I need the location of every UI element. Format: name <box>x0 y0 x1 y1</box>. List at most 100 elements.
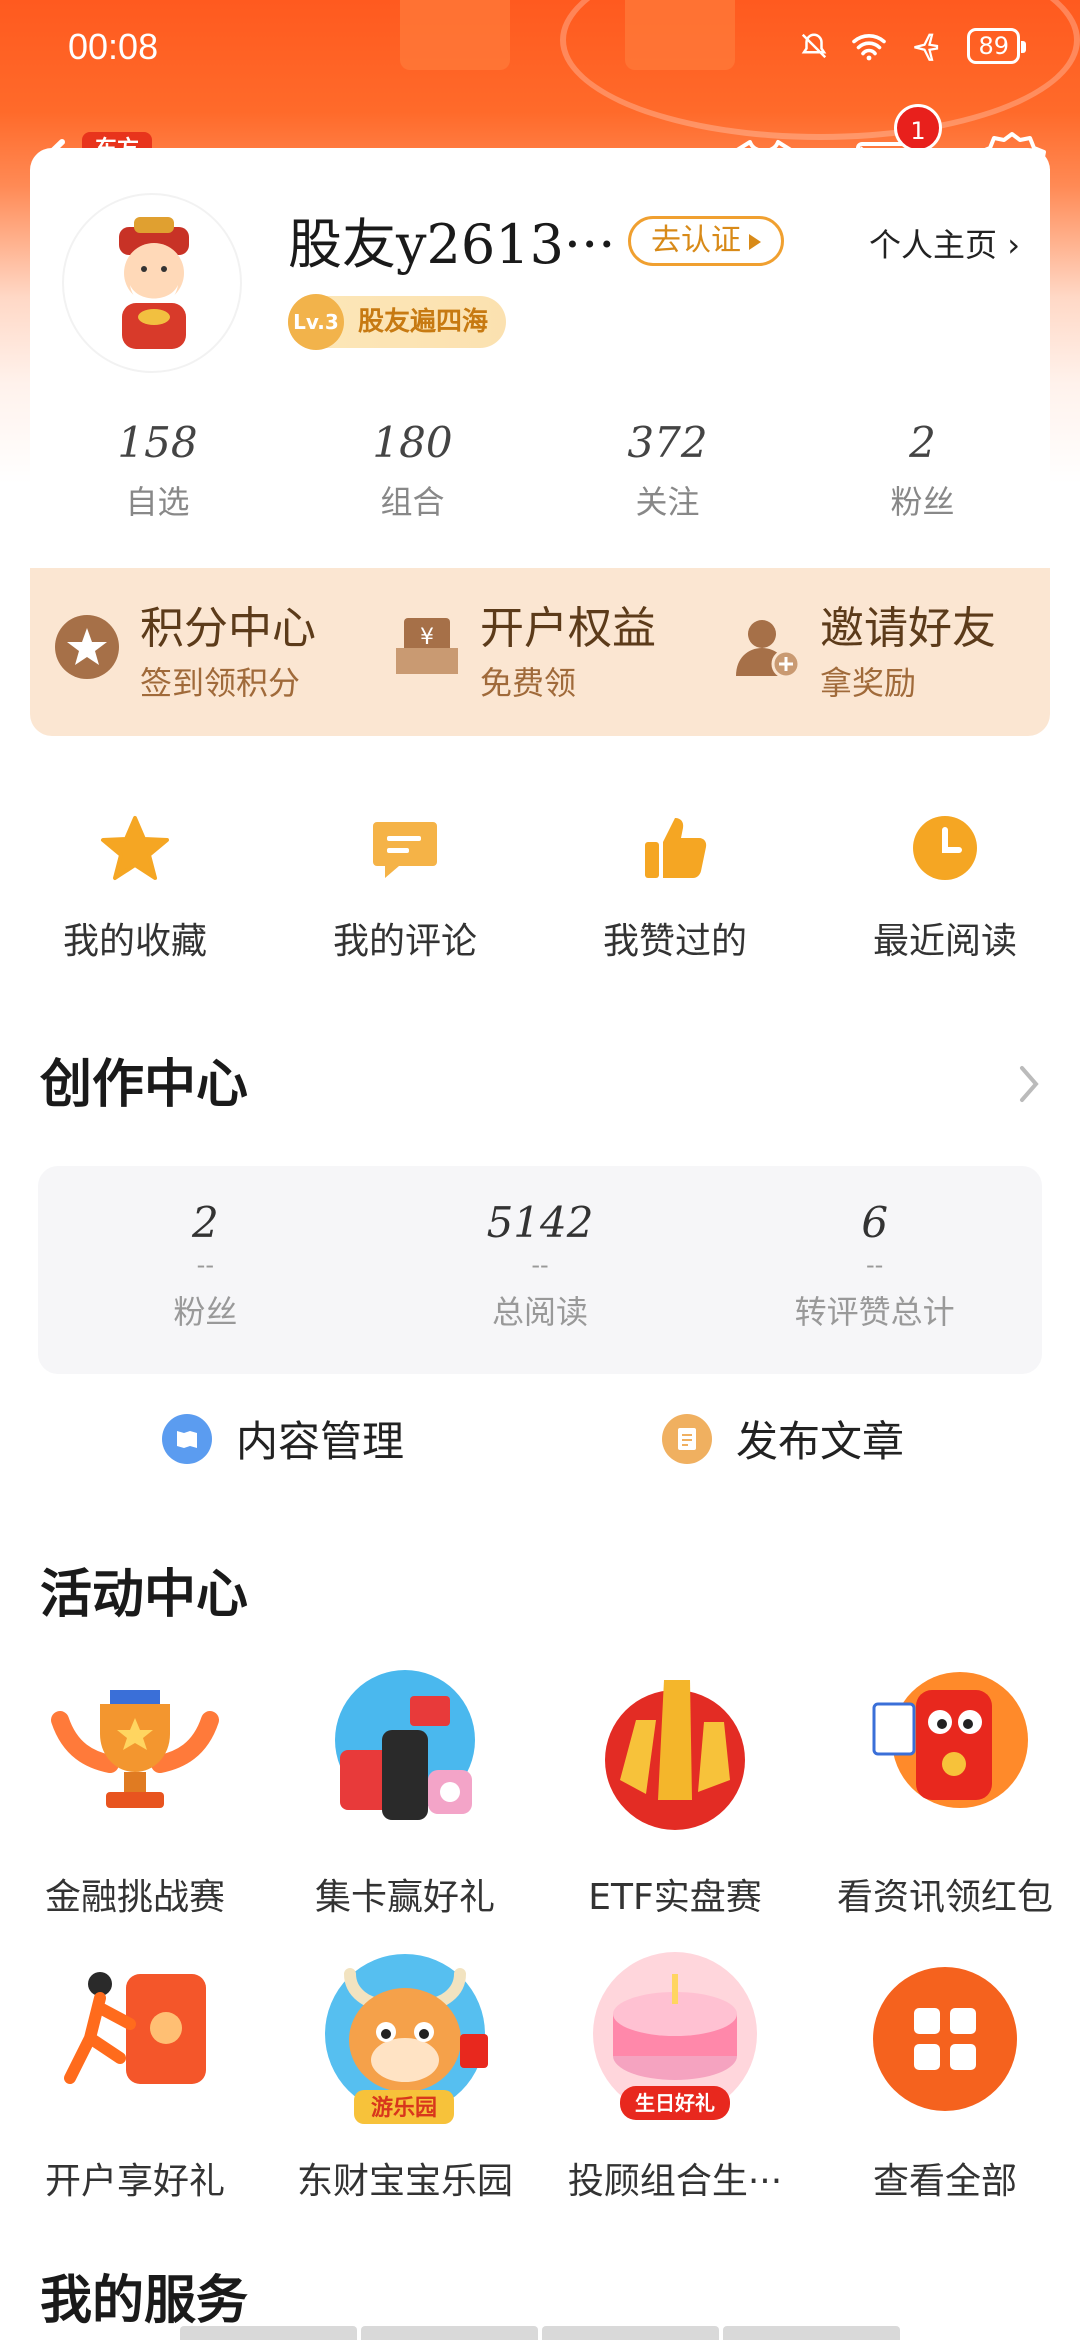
my-services-title: 我的服务 <box>40 2270 249 2331</box>
benefit-title: 邀请好友 <box>820 603 996 654</box>
benefit-account-rights[interactable]: ¥ 开户权益 免费领 <box>370 568 710 736</box>
grid-apps-icon <box>873 1967 1017 2111</box>
creator-stat-reads[interactable]: 5142 -- 总阅读 <box>373 1166 708 1374</box>
creator-stat-value: 6 <box>861 1198 889 1247</box>
stat-followers[interactable]: 2 粉丝 <box>795 418 1050 523</box>
activity-label: 看资讯领红包 <box>836 1877 1053 1918</box>
status-bar: 00:08 89 <box>0 0 1080 96</box>
level-badge[interactable]: Lv.3 股友遍四海 <box>288 294 507 350</box>
creator-stat-delta: -- <box>196 1251 214 1279</box>
ox-mascot-icon: 游乐园 <box>325 1954 488 2124</box>
verify-button[interactable]: 去认证 <box>628 216 784 266</box>
creator-stat-label: 总阅读 <box>492 1293 589 1331</box>
benefit-title: 积分中心 <box>140 603 316 654</box>
activity-baby-park[interactable]: 游乐园 东财宝宝乐园 <box>270 1944 540 2228</box>
creator-center-title: 创作中心 <box>40 1054 249 1115</box>
content-management-link[interactable]: 内容管理 <box>162 1408 404 1469</box>
activity-grid: 金融挑战赛 集卡赢好礼 ETF实盘赛 看资讯领红包 开户享好礼 游乐园 东财宝宝… <box>0 1660 1080 2228</box>
activity-view-all[interactable]: 查看全部 <box>810 1944 1080 2228</box>
creator-stat-engagement[interactable]: 6 -- 转评赞总计 <box>707 1166 1042 1374</box>
benefit-title: 开户权益 <box>480 603 656 654</box>
creator-stats: 2 -- 粉丝 5142 -- 总阅读 6 -- 转评赞总计 <box>38 1166 1042 1374</box>
stat-label: 粉丝 <box>890 483 955 521</box>
benefits-strip: 积分中心 签到领积分 ¥ 开户权益 免费领 邀请好友 拿奖励 <box>30 568 1050 736</box>
activity-label: 东财宝宝乐园 <box>296 2161 513 2202</box>
activity-open-account-gift[interactable]: 开户享好礼 <box>0 1944 270 2228</box>
gift-bundle-icon <box>335 1670 475 1820</box>
publish-article-link[interactable]: 发布文章 <box>662 1408 904 1469</box>
stat-watchlist[interactable]: 158 自选 <box>30 418 285 523</box>
creator-stat-label: 粉丝 <box>173 1293 238 1331</box>
clock-icon <box>913 816 977 880</box>
publish-article-icon <box>662 1413 712 1464</box>
stat-label: 自选 <box>125 483 190 521</box>
star-icon <box>101 816 169 880</box>
svg-text:¥: ¥ <box>420 625 434 650</box>
activity-label: 金融挑战赛 <box>44 1877 225 1918</box>
username: 股友y2613··· <box>288 213 616 276</box>
activity-label: 开户享好礼 <box>44 2161 225 2202</box>
personal-homepage-link[interactable]: 个人主页 › <box>869 220 1020 266</box>
quick-label: 最近阅读 <box>872 921 1017 962</box>
star-coin-icon <box>55 615 119 679</box>
sticker-text: 游乐园 <box>371 2095 437 2121</box>
stat-value: 372 <box>627 418 708 467</box>
airplane-icon <box>914 33 939 61</box>
birthday-cake-icon: 生日好礼 <box>593 1952 757 2120</box>
creator-stat-delta: -- <box>866 1251 884 1279</box>
quick-my-favorites[interactable]: 我的收藏 <box>0 812 270 964</box>
level-name: 股友遍四海 <box>358 307 489 337</box>
comment-icon <box>373 822 437 878</box>
activity-center-title: 活动中心 <box>40 1564 249 1625</box>
activity-collect-cards[interactable]: 集卡赢好礼 <box>270 1660 540 1944</box>
wifi-icon <box>852 34 887 61</box>
content-management-label: 内容管理 <box>236 1417 405 1466</box>
red-envelope-mascot-icon <box>872 1672 1028 1808</box>
stat-label: 组合 <box>380 483 445 521</box>
quick-label: 我赞过的 <box>602 921 747 962</box>
activity-advisor-birthday[interactable]: 生日好礼 投顾组合生··· <box>540 1944 810 2228</box>
quick-recent-reading[interactable]: 最近阅读 <box>810 812 1080 964</box>
quick-label: 我的评论 <box>332 921 477 962</box>
benefit-points-center[interactable]: 积分中心 签到领积分 <box>30 568 370 736</box>
quick-label: 我的收藏 <box>62 921 207 962</box>
stat-value: 180 <box>372 418 453 467</box>
benefit-subtitle: 免费领 <box>480 664 577 702</box>
mail-unread-badge: 1 <box>894 104 942 152</box>
creator-stat-delta: -- <box>531 1251 549 1279</box>
profile-stats: 158 自选 180 组合 372 关注 2 粉丝 <box>30 418 1050 523</box>
yuan-box-icon: ¥ <box>396 618 458 674</box>
play-triangle-icon <box>749 233 761 250</box>
battery-icon: 89 <box>967 28 1026 64</box>
activity-etf-contest[interactable]: ETF实盘赛 <box>540 1660 810 1944</box>
gold-bars-icon <box>605 1680 745 1830</box>
activity-label: 集卡赢好礼 <box>314 1877 495 1918</box>
stat-following[interactable]: 372 关注 <box>540 418 795 523</box>
status-icons: 89 <box>799 28 1026 64</box>
benefit-invite-friends[interactable]: 邀请好友 拿奖励 <box>710 568 1050 736</box>
activity-finance-challenge[interactable]: 金融挑战赛 <box>0 1660 270 1944</box>
status-time: 00:08 <box>68 26 159 67</box>
verify-label: 去认证 <box>651 223 741 258</box>
profile-card: 股友y2613··· 去认证 个人主页 › Lv.3 股友遍四海 158 自选 … <box>30 148 1050 568</box>
stat-portfolio[interactable]: 180 组合 <box>285 418 540 523</box>
level-text: Lv.3 <box>288 294 344 350</box>
add-user-icon <box>736 620 801 679</box>
quick-liked[interactable]: 我赞过的 <box>540 812 810 964</box>
quick-my-comments[interactable]: 我的评论 <box>270 812 540 964</box>
chevron-right-icon: › <box>1007 226 1020 264</box>
trophy-icon <box>51 1690 219 1808</box>
benefit-subtitle: 签到领积分 <box>140 664 301 702</box>
creator-stat-value: 2 <box>191 1198 219 1247</box>
thumb-up-icon <box>645 818 707 878</box>
activity-label: 查看全部 <box>872 2161 1017 2202</box>
creator-stat-followers[interactable]: 2 -- 粉丝 <box>38 1166 373 1374</box>
activity-read-news-red-packet[interactable]: 看资讯领红包 <box>810 1660 1080 1944</box>
avatar[interactable] <box>62 193 242 373</box>
creator-stat-value: 5142 <box>486 1198 594 1247</box>
creator-links: 内容管理 发布文章 <box>0 1408 1080 1472</box>
runner-envelope-icon <box>64 1972 206 2084</box>
homepage-label: 个人主页 <box>869 226 998 264</box>
bottom-scroll-indicator <box>180 2326 900 2340</box>
chevron-right-icon[interactable] <box>1014 1062 1044 1106</box>
